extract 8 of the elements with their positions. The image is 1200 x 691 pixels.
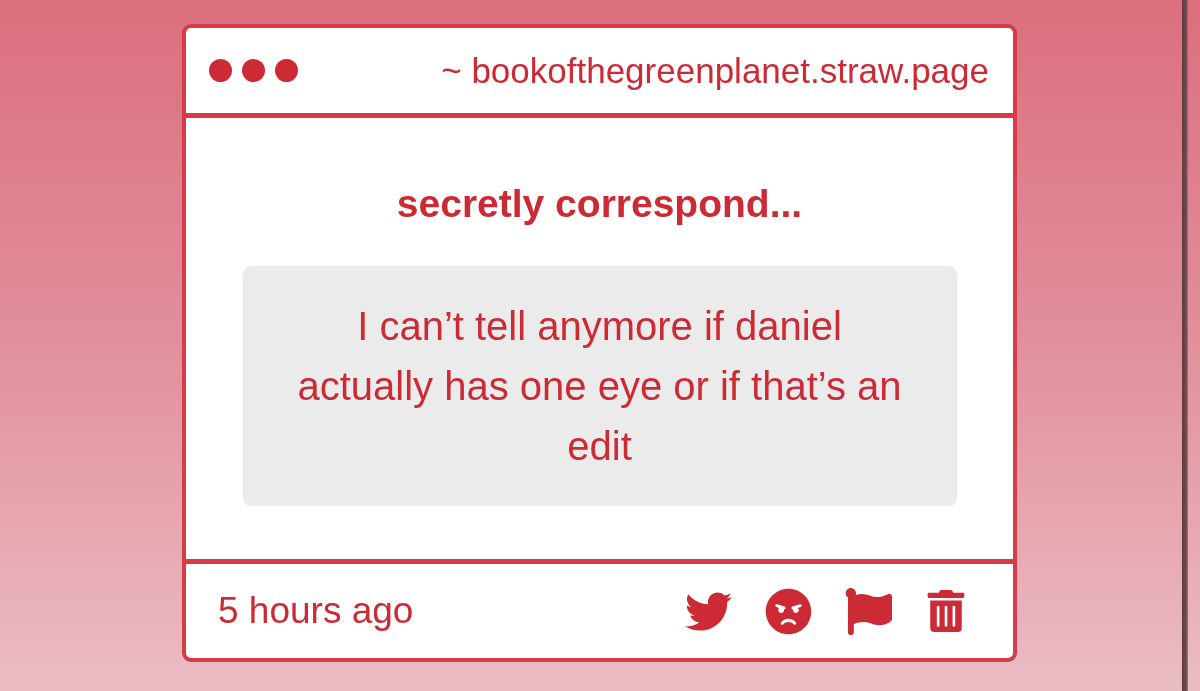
trash-icon[interactable] [925,590,967,632]
site-url: ~ bookofthegreenplanet.straw.page [441,50,989,91]
flag-icon[interactable] [845,587,892,635]
angry-face-icon[interactable] [765,587,812,635]
post-title: secretly correspond... [396,181,803,227]
post-message: I can’t tell anymore if daniel actually has one eye or if that’s an edit [242,266,957,506]
post-time: 5 hours ago [218,590,414,632]
dots-icon [209,59,298,82]
